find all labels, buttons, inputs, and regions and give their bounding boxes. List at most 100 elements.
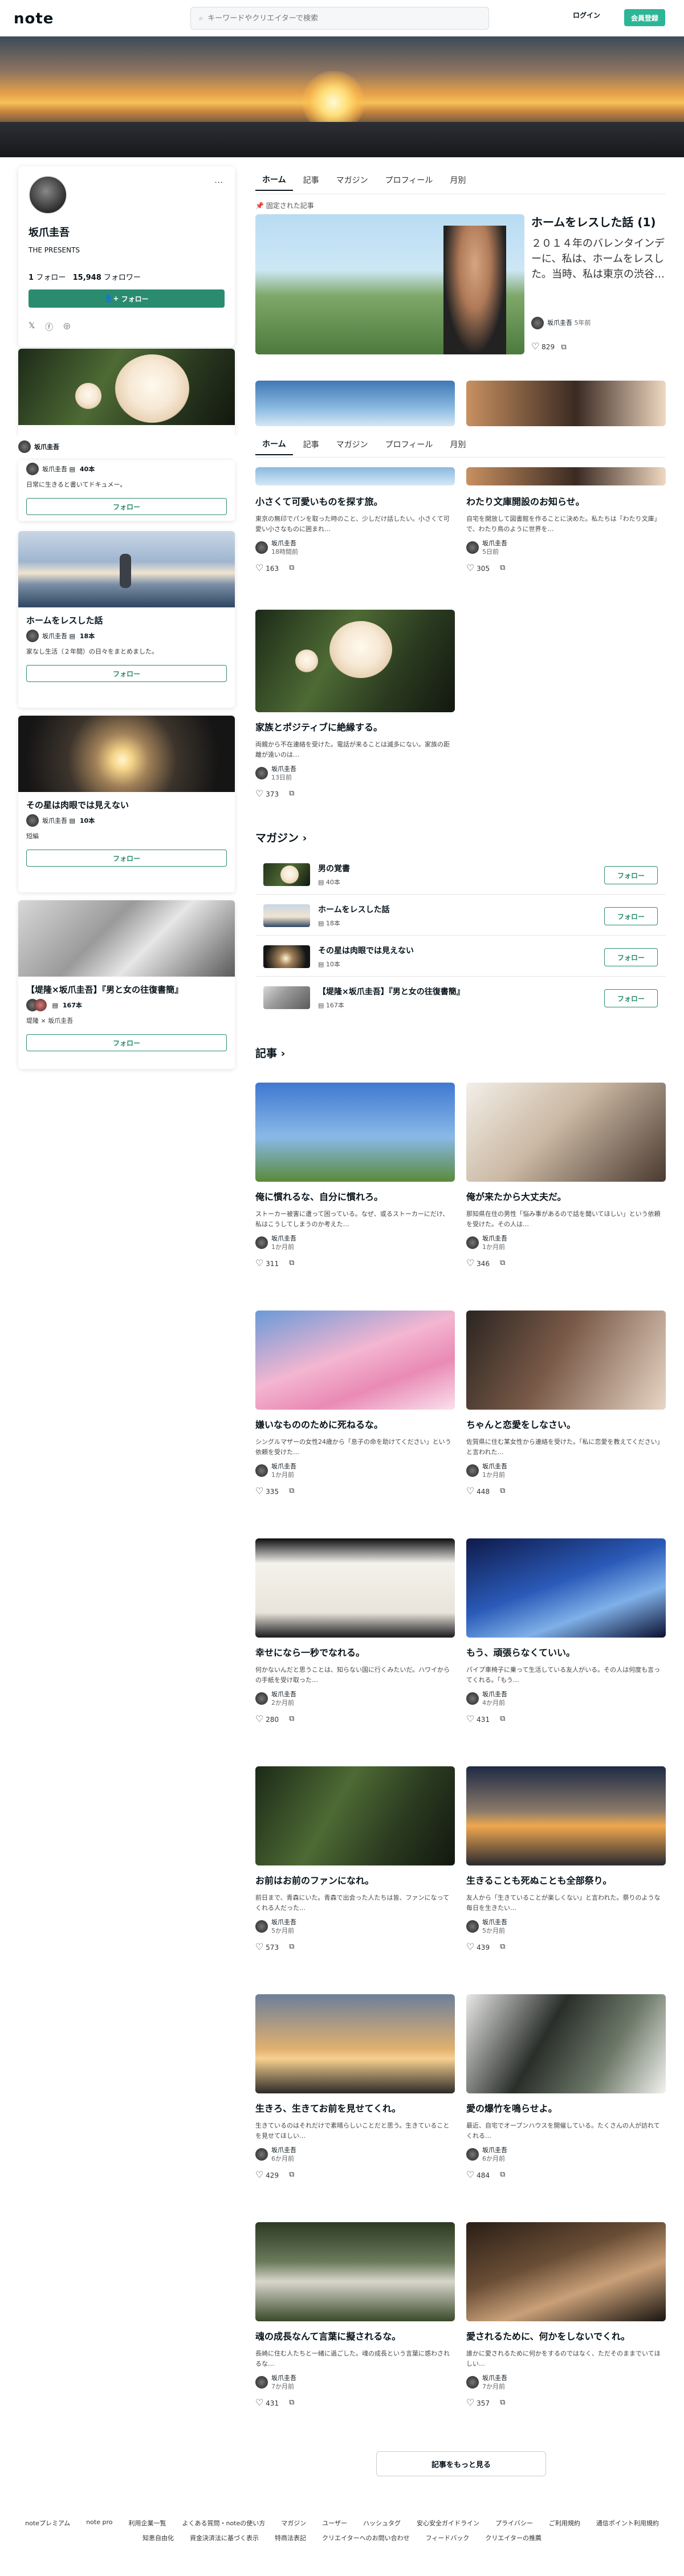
footer-link[interactable]: 資金決済法に基づく表示 [190, 2533, 259, 2542]
facebook-icon[interactable]: ⓕ [45, 321, 53, 333]
heart-icon[interactable] [466, 1716, 474, 1724]
left-magazine-card[interactable]: 坂爪圭吾 ▤ 40本 日常に生きると書いてドキュメー。 フォロー [18, 460, 235, 521]
article-title[interactable]: 嫌いなもののために死ねるな。 [255, 1419, 455, 1432]
magazine-follow-button[interactable]: フォロー [604, 907, 658, 925]
tab-profile[interactable]: プロフィール [378, 434, 440, 455]
tab-monthly[interactable]: 月別 [443, 434, 473, 455]
footer-link[interactable]: ユーザー [322, 2518, 347, 2528]
article-author[interactable]: 坂爪圭吾 18時間前 [255, 539, 455, 557]
magazine-title[interactable]: 男の覚書 [318, 863, 350, 874]
tab-home[interactable]: ホーム [255, 434, 293, 455]
tab-articles[interactable]: 記事 [296, 170, 326, 190]
article-image-partial[interactable] [466, 381, 666, 426]
heart-icon[interactable] [255, 790, 263, 798]
article-title[interactable]: 生きろ、生きてお前を見せてくれ。 [255, 2103, 455, 2116]
heart-icon[interactable] [255, 1944, 263, 1952]
bookmark-icon[interactable] [500, 1487, 505, 1495]
footer-link[interactable]: noteプレミアム [25, 2518, 70, 2528]
follow-label[interactable]: フォロー [36, 273, 66, 282]
bookmark-icon[interactable] [500, 1942, 505, 1951]
more-articles-button[interactable]: 記事をもっと見る [376, 2451, 546, 2476]
bookmark-icon[interactable] [289, 1714, 294, 1723]
magazine-follow-button[interactable]: フォロー [26, 665, 227, 682]
heart-icon[interactable] [531, 343, 539, 351]
follower-label[interactable]: フォロワー [104, 273, 141, 282]
bookmark-icon[interactable] [289, 1942, 294, 1951]
follower-count[interactable]: 15,948 [73, 273, 101, 282]
footer-link[interactable]: プライバシー [495, 2518, 533, 2528]
bookmark-icon[interactable] [289, 1259, 294, 1267]
x-icon[interactable]: 𝕏 [28, 321, 35, 333]
left-magazine-card[interactable]: 【堤隆×坂爪圭吾】『男と女の往復書簡』 ▤ 167本 堤隆 × 坂爪圭吾 フォロー [18, 900, 235, 1069]
follow-button[interactable]: 👤+ フォロー [28, 289, 225, 308]
heart-icon[interactable] [255, 1488, 263, 1496]
sticky-author[interactable]: 坂爪圭吾 [0, 435, 239, 458]
magazine-row[interactable]: 【堤隆×坂爪圭吾】『男と女の往復書簡』 ▤ 167本 フォロー [255, 978, 666, 1018]
article-author[interactable]: 坂爪圭吾 1か月前 [466, 1234, 666, 1252]
bookmark-icon[interactable] [289, 564, 294, 572]
bookmark-icon[interactable] [500, 1714, 505, 1723]
bookmark-icon[interactable] [500, 564, 505, 572]
article-author[interactable]: 坂爪圭吾 6か月前 [255, 2146, 455, 2163]
article-card[interactable]: ちゃんと恋愛をしなさい。 佐賀県に住む某女性から連絡を受けた。「私に恋愛を教えてく… [466, 1311, 666, 1496]
article-card[interactable]: 小さくて可愛いものを探す旅。 東京の無印でパンを取った時のこと、少しだけ話したい… [255, 467, 455, 573]
article-title[interactable]: わたり文庫開設のお知らせ。 [466, 496, 666, 509]
article-title[interactable]: 小さくて可愛いものを探す旅。 [255, 496, 455, 509]
article-author[interactable]: 坂爪圭吾 13日前 [255, 765, 455, 782]
heart-icon[interactable] [466, 2399, 474, 2407]
instagram-icon[interactable]: ◎ [63, 321, 70, 333]
bookmark-icon[interactable] [289, 789, 294, 798]
magazine-title[interactable]: その星は肉眼では見えない [18, 792, 235, 814]
magazine-row[interactable]: その星は肉眼では見えない ▤ 10本 フォロー [255, 937, 666, 977]
article-card[interactable]: 家族とポジティブに絶縁する。 両親から不在連絡を受けた。電話が来ることは滅多にな… [255, 610, 455, 799]
article-author[interactable]: 坂爪圭吾 5日前 [466, 539, 666, 557]
magazine-follow-button[interactable]: フォロー [604, 866, 658, 884]
footer-link[interactable]: クリエイターの推薦 [485, 2533, 542, 2542]
follow-count[interactable]: 1 [28, 273, 34, 282]
bookmark-icon[interactable] [289, 2398, 294, 2407]
footer-link[interactable]: よくある質問・noteの使い方 [182, 2518, 265, 2528]
footer-link[interactable]: 安心安全ガイドライン [417, 2518, 479, 2528]
tab-magazines[interactable]: マガジン [329, 170, 375, 190]
article-author[interactable]: 坂爪圭吾 1か月前 [255, 1234, 455, 1252]
article-author[interactable]: 坂爪圭吾 7か月前 [255, 2374, 455, 2391]
heart-icon[interactable] [466, 565, 474, 573]
article-author[interactable]: 坂爪圭吾 6か月前 [466, 2146, 666, 2163]
article-card[interactable]: 幸せになら一秒でなれる。 何かないんだと思うことは、知らない国に行くみたいだ。ハワ… [255, 1538, 455, 1724]
magazine-follow-button[interactable]: フォロー [604, 948, 658, 966]
magazine-follow-button[interactable]: フォロー [604, 989, 658, 1007]
magazine-row[interactable]: 男の覚書 ▤ 40本 フォロー [255, 855, 666, 895]
article-title[interactable]: 愛の爆竹を鳴らせよ。 [466, 2103, 666, 2116]
footer-link[interactable]: フィードバック [426, 2533, 470, 2542]
footer-link[interactable]: 利用企業一覧 [128, 2518, 166, 2528]
bookmark-icon[interactable] [289, 1487, 294, 1495]
bookmark-icon[interactable] [500, 2398, 505, 2407]
article-title[interactable]: 俺に慣れるな、自分に慣れろ。 [255, 1191, 455, 1205]
magazine-title[interactable]: 【堤隆×坂爪圭吾】『男と女の往復書簡』 [18, 977, 235, 999]
magazine-follow-button[interactable]: フォロー [26, 1034, 227, 1051]
article-title[interactable]: 愛されるために、何かをしないでくれ。 [466, 2330, 666, 2344]
heart-icon[interactable] [255, 565, 263, 573]
tab-home[interactable]: ホーム [255, 169, 293, 191]
magazine-title[interactable]: 【堤隆×坂爪圭吾】『男と女の往復書簡』 [318, 986, 465, 997]
magazine-title[interactable]: その星は肉眼では見えない [318, 945, 414, 956]
heart-icon[interactable] [255, 1716, 263, 1724]
bookmark-icon[interactable] [500, 2170, 505, 2179]
magazine-section-title[interactable]: マガジン › [255, 830, 307, 845]
footer-link[interactable]: ハッシュタグ [363, 2518, 401, 2528]
article-title[interactable]: お前はお前のファンになれ。 [255, 1875, 455, 1888]
heart-icon[interactable] [255, 2399, 263, 2407]
footer-link[interactable]: 通信ポイント利用規約 [596, 2518, 659, 2528]
left-magazine-card[interactable]: ホームをレスした話 坂爪圭吾 ▤ 18本 家なし生活（２年間）の日々をまとめました… [18, 531, 235, 708]
search-box[interactable]: ⌕ [190, 7, 489, 30]
article-title[interactable]: 俺が来たから大丈夫だ。 [466, 1191, 666, 1205]
bookmark-icon[interactable] [289, 2170, 294, 2179]
article-card[interactable]: わたり文庫開設のお知らせ。 自宅を開放して図書館を作ることに決めた。私たちは「わ… [466, 467, 666, 573]
article-card[interactable]: 俺が来たから大丈夫だ。 那知県在住の男性「悩み事があるので話を聞いてほしい」という… [466, 1083, 666, 1268]
article-title[interactable]: 魂の成長なんて言葉に擬されるな。 [255, 2330, 455, 2344]
article-author[interactable]: 坂爪圭吾 1か月前 [466, 1462, 666, 1480]
magazine-follow-button[interactable]: フォロー [26, 850, 227, 867]
tab-articles[interactable]: 記事 [296, 434, 326, 455]
article-card[interactable]: 生きることも死ぬことも全部祭り。 友人から「生きていることが楽しくない」と言われた… [466, 1766, 666, 1952]
article-title[interactable]: もう、頑張らなくていい。 [466, 1647, 666, 1660]
